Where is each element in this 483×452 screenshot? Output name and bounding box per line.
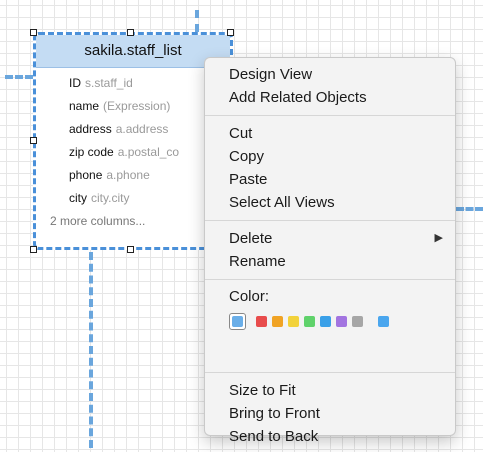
color-swatch-gray[interactable] (352, 315, 363, 327)
color-label: Color: (229, 288, 270, 305)
field-expression: city.city (91, 191, 130, 205)
resize-handle-bottom-left[interactable] (30, 246, 37, 253)
field-expression: a.phone (106, 168, 150, 182)
color-swatch-blue[interactable] (320, 315, 331, 327)
entity-row[interactable]: phone a.phone (36, 164, 230, 187)
field-name: phone (69, 168, 103, 182)
menu-item-bring-to-front[interactable]: Bring to Front (205, 402, 455, 425)
resize-handle-bottom-center[interactable] (127, 246, 134, 253)
field-expression: a.postal_co (117, 145, 180, 159)
field-name: name (69, 99, 100, 113)
menu-separator (205, 115, 455, 116)
entity-row[interactable]: name (Expression) (36, 95, 230, 118)
menu-spacer (205, 334, 455, 366)
resize-handle-middle-left[interactable] (30, 137, 37, 144)
more-columns-label[interactable]: 2 more columns... (36, 210, 230, 232)
color-swatch-selected[interactable] (229, 312, 246, 330)
menu-item-size-to-fit[interactable]: Size to Fit (205, 379, 455, 402)
swatch-fill (232, 315, 243, 327)
color-swatch-orange[interactable] (272, 315, 283, 327)
menu-item-design-view[interactable]: Design View (205, 63, 455, 86)
resize-handle-top-left[interactable] (30, 29, 37, 36)
entity-title[interactable]: sakila.staff_list (36, 35, 230, 68)
field-name: ID (69, 76, 81, 90)
entity-row[interactable]: city city.city (36, 187, 230, 210)
color-swatch-yellow[interactable] (288, 315, 299, 327)
menu-item-delete[interactable]: Delete ▶ (205, 227, 455, 250)
menu-item-rename[interactable]: Rename (205, 250, 455, 273)
connector-bottom (89, 252, 93, 448)
connector-left (5, 75, 33, 79)
context-menu: Design View Add Related Objects Cut Copy… (204, 57, 456, 445)
menu-item-cut[interactable]: Cut (205, 122, 455, 145)
menu-separator (205, 279, 455, 280)
menu-separator (205, 220, 455, 221)
color-swatches (205, 308, 455, 334)
color-swatch-green[interactable] (304, 315, 315, 327)
field-expression: (Expression) (103, 99, 171, 113)
menu-item-add-related-objects[interactable]: Add Related Objects (205, 86, 455, 109)
field-expression: s.staff_id (85, 76, 133, 90)
resize-handle-top-center[interactable] (127, 29, 134, 36)
entity-row[interactable]: zip code a.postal_co (36, 141, 230, 164)
entity-row[interactable]: ID s.staff_id (36, 72, 230, 95)
connector-top (195, 10, 199, 32)
submenu-arrow-icon: ▶ (434, 232, 443, 244)
menu-item-select-all-views[interactable]: Select All Views (205, 191, 455, 214)
entity-staff-list[interactable]: sakila.staff_list ID s.staff_id name (Expr… (33, 32, 233, 250)
menu-item-delete-label: Delete (229, 230, 273, 247)
connector-right (456, 207, 483, 211)
menu-item-paste[interactable]: Paste (205, 168, 455, 191)
entity-rows: ID s.staff_id name (Expression) address a.a… (36, 68, 230, 232)
field-name: city (69, 191, 87, 205)
field-name: address (69, 122, 112, 136)
entity-row[interactable]: address a.address (36, 118, 230, 141)
color-swatch-light-blue[interactable] (378, 315, 389, 327)
menu-item-send-to-back[interactable]: Send to Back (205, 425, 455, 448)
field-expression: a.address (115, 122, 169, 136)
color-swatch-red[interactable] (256, 315, 267, 327)
menu-separator (205, 372, 455, 373)
color-swatch-purple[interactable] (336, 315, 347, 327)
field-name: zip code (69, 145, 114, 159)
resize-handle-top-right[interactable] (227, 29, 234, 36)
menu-item-copy[interactable]: Copy (205, 145, 455, 168)
